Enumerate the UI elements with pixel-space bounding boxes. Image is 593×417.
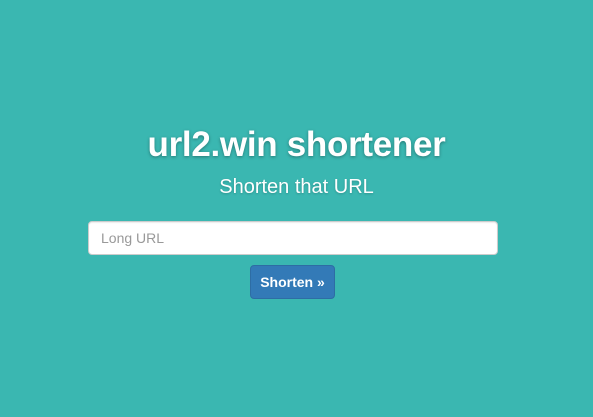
shorten-button[interactable]: Shorten » [250,265,335,299]
long-url-input[interactable] [88,221,498,255]
shorten-form: Shorten » [0,0,593,417]
hero-section: url2.win shortener Shorten that URL Shor… [0,0,593,417]
page-body: { "header": { "title": "url2.win shorten… [0,0,593,417]
